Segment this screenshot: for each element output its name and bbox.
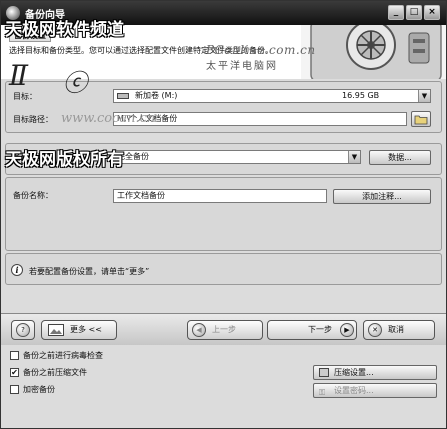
key-icon: ⚿ [319,388,326,397]
close-icon: ✕ [368,323,382,337]
options-area: 备份之前进行病毒检查 ✔ 备份之前压缩文件 加密备份 压缩设置... ⚿ 设置密… [1,345,446,428]
chevron-down-icon: ▼ [348,151,360,163]
cancel-label: 取消 [388,325,404,334]
backup-wizard-window: 备份向导 _ □ × 备份设置 选择目标和备份类型。您可以通过选择配置文件创建特… [0,0,447,429]
password-settings-button[interactable]: ⚿ 设置密码... [313,383,437,398]
brand-watermark: PConline.com.cn [206,43,316,57]
encrypt-checkbox[interactable] [10,385,19,394]
image-icon [48,324,64,336]
compress-settings-button[interactable]: 压缩设置... [313,365,437,380]
maximize-button[interactable]: □ [406,5,422,20]
help-button[interactable]: ? [11,320,35,340]
tip-text: 若要配置备份设置，请单击“更多” [29,267,150,276]
arrow-left-icon: ◀ [192,323,206,337]
drive-name: 新加卷 (M:) [135,91,178,100]
virus-check-label: 备份之前进行病毒检查 [23,351,103,360]
info-icon: i [11,264,23,276]
target-label: 目标： [13,92,37,101]
compress-checkbox[interactable]: ✔ [10,368,19,377]
folder-icon [414,115,428,125]
password-settings-label: 设置密码... [334,386,374,395]
chevron-down-icon: ▼ [418,90,430,102]
more-button[interactable]: 更多 << [41,320,117,340]
drive-icon [117,92,129,99]
minimize-button[interactable]: _ [388,5,404,20]
encrypt-label: 加密备份 [23,385,55,394]
backup-name-label: 备份名称： [13,191,53,200]
backup-type-select[interactable]: 完全备份 ▼ [113,150,361,164]
add-comment-button[interactable]: 添加注释... [333,189,431,204]
more-label: 更多 << [70,325,102,334]
browse-folder-button[interactable] [411,111,431,127]
data-button[interactable]: 数据... [369,150,431,165]
watermark-glyph-icon: ⓒ [63,69,87,97]
watermark-top: 天极网软件频道 [5,20,124,40]
watermark-middle: 天极网版权所有 [5,150,124,170]
archive-icon [319,368,329,377]
back-label: 上一步 [212,325,236,334]
cancel-button[interactable]: ✕ 取消 [363,320,435,340]
arrow-right-icon: ▶ [340,323,354,337]
brand-watermark-cn: 太平洋电脑网 [206,61,278,72]
target-path-label: 目标路径： [13,115,53,124]
question-icon: ? [16,323,30,337]
navigation-bar: ? 更多 << ◀ 上一步 下一步 ▶ ✕ 取消 [1,313,446,345]
target-drive-select[interactable]: 新加卷 (M:) 16.95 GB ▼ [113,89,431,103]
backup-name-input[interactable]: 工作文档备份 [113,189,327,203]
vault-illustration-icon [301,25,446,79]
close-button[interactable]: × [424,5,440,20]
next-label: 下一步 [308,325,332,334]
target-path-input[interactable]: M:\个人文档备份 [113,112,407,126]
drive-size: 16.95 GB [342,91,380,100]
back-button[interactable]: ◀ 上一步 [187,320,263,340]
virus-check-checkbox[interactable] [10,351,19,360]
compress-settings-label: 压缩设置... [334,368,374,377]
watermark-url: www.cocan.cn [61,111,156,126]
watermark-glyph-icon: Ⅱ [9,59,29,92]
compress-label: 备份之前压缩文件 [23,368,87,377]
next-button[interactable]: 下一步 ▶ [267,320,357,340]
